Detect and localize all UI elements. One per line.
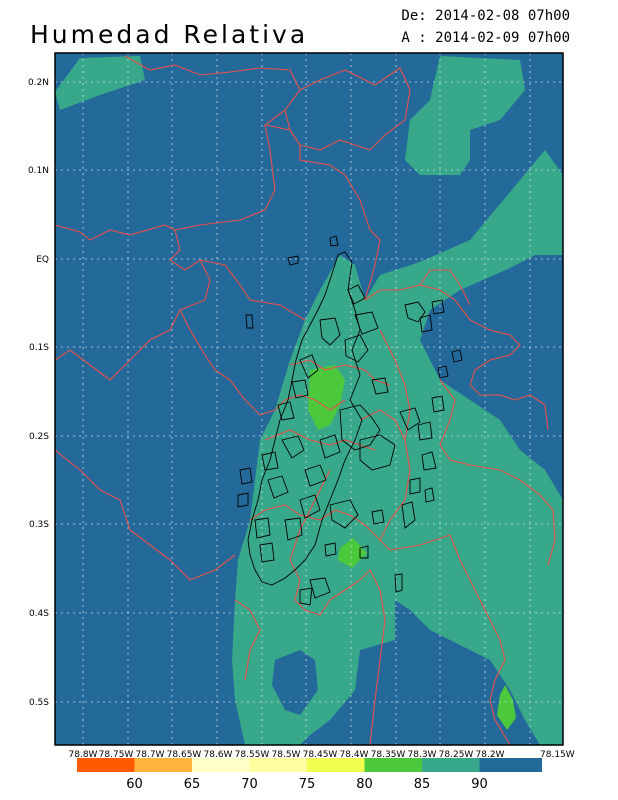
colorbar-label: 85 xyxy=(414,777,431,792)
humidity-map: 0.2N 0.1N EQ 0.1S 0.2S 0.3S 0.4S 0.5S 78… xyxy=(28,52,575,792)
y-tick-label: 0.5S xyxy=(29,698,49,708)
y-tick-label: EQ xyxy=(36,255,49,265)
colorbar-swatch xyxy=(307,758,365,772)
y-tick-label: 0.1N xyxy=(28,166,49,176)
colorbar-swatch xyxy=(249,758,307,772)
y-tick-label: 0.4S xyxy=(29,609,49,619)
y-tick-label: 0.2S xyxy=(29,432,49,442)
colorbar-label: 70 xyxy=(241,777,258,792)
colorbar-swatch xyxy=(479,758,542,772)
colorbar: 60 65 70 75 80 85 90 xyxy=(77,758,542,792)
colorbar-label: 80 xyxy=(356,777,373,792)
colorbar-label: 75 xyxy=(299,777,316,792)
colorbar-label: 90 xyxy=(471,777,488,792)
colorbar-swatch xyxy=(422,758,480,772)
colorbar-swatch xyxy=(364,758,422,772)
y-tick-label: 0.1S xyxy=(29,343,49,353)
colorbar-label: 65 xyxy=(184,777,201,792)
colorbar-swatch xyxy=(192,758,250,772)
y-tick-label: 0.2N xyxy=(28,78,49,88)
colorbar-label: 60 xyxy=(126,777,143,792)
colorbar-swatch xyxy=(77,758,135,772)
y-axis-ticks: 0.2N 0.1N EQ 0.1S 0.2S 0.3S 0.4S 0.5S xyxy=(28,78,49,708)
y-tick-label: 0.3S xyxy=(29,520,49,530)
colorbar-swatch xyxy=(134,758,192,772)
x-tick-label: 78.15W xyxy=(540,750,575,760)
